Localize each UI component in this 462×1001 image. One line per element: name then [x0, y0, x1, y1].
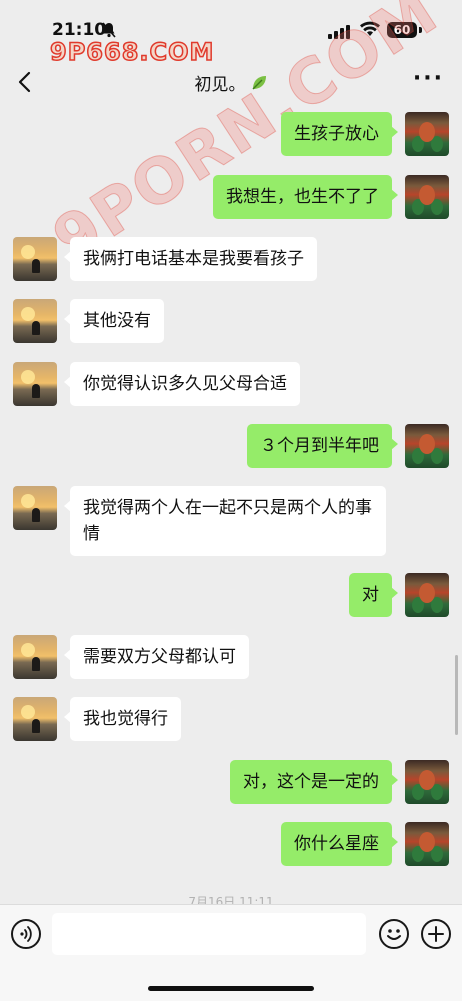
avatar-contact[interactable]: [13, 697, 57, 741]
message-bubble-received[interactable]: 其他没有: [64, 299, 164, 343]
avatar-contact[interactable]: [13, 362, 57, 406]
avatar-contact[interactable]: [13, 635, 57, 679]
chat-header: 初见。 ···: [0, 60, 462, 104]
avatar-self[interactable]: [405, 760, 449, 804]
message-bubble-received[interactable]: 你觉得认识多久见父母合适: [64, 362, 300, 406]
avatar-contact[interactable]: [13, 486, 57, 530]
home-indicator[interactable]: [148, 986, 314, 991]
scrollbar-thumb[interactable]: [455, 655, 458, 735]
cellular-signal-icon: [328, 24, 350, 43]
emoji-button[interactable]: [379, 919, 409, 949]
avatar-contact[interactable]: [13, 237, 57, 281]
chat-title-wrap: 初见。: [0, 70, 462, 97]
avatar-self[interactable]: [405, 573, 449, 617]
battery-level: 60: [393, 23, 411, 37]
message-bubble-sent[interactable]: 你什么星座: [281, 822, 398, 866]
avatar-contact[interactable]: [13, 299, 57, 343]
message-bubble-sent[interactable]: 对，这个是一定的: [230, 760, 398, 804]
chat-title: 初见。: [194, 75, 246, 95]
voice-icon: [20, 926, 32, 942]
message-bubble-received[interactable]: 需要双方父母都认可: [64, 635, 249, 679]
avatar-self[interactable]: [405, 112, 449, 156]
avatar-self[interactable]: [405, 175, 449, 219]
message-input[interactable]: [52, 913, 366, 955]
message-bubble-sent[interactable]: ３个月到半年吧: [247, 424, 398, 468]
message-bubble-sent[interactable]: 对: [349, 573, 398, 617]
avatar-self[interactable]: [405, 822, 449, 866]
message-bubble-received[interactable]: 我也觉得行: [64, 697, 181, 741]
voice-button[interactable]: [11, 919, 41, 949]
avatar-self[interactable]: [405, 424, 449, 468]
status-time: 21:10: [52, 20, 107, 40]
battery-icon: 60: [387, 22, 417, 38]
wifi-icon: [360, 21, 380, 41]
battery-cap: [419, 27, 422, 33]
message-bubble-received[interactable]: 我觉得两个人在一起不只是两个人的事情: [64, 486, 386, 556]
emoji-icon: [387, 929, 401, 940]
plus-icon: [428, 926, 444, 942]
message-bubble-sent[interactable]: 我想生，也生不了了: [213, 175, 398, 219]
more-icon: ···: [412, 66, 444, 91]
leaf-icon: [250, 74, 268, 97]
plus-button[interactable]: [421, 919, 451, 949]
message-bubble-sent[interactable]: 生孩子放心: [281, 112, 398, 156]
message-bubble-received[interactable]: 我俩打电话基本是我要看孩子: [64, 237, 317, 281]
more-button[interactable]: ···: [413, 68, 444, 90]
